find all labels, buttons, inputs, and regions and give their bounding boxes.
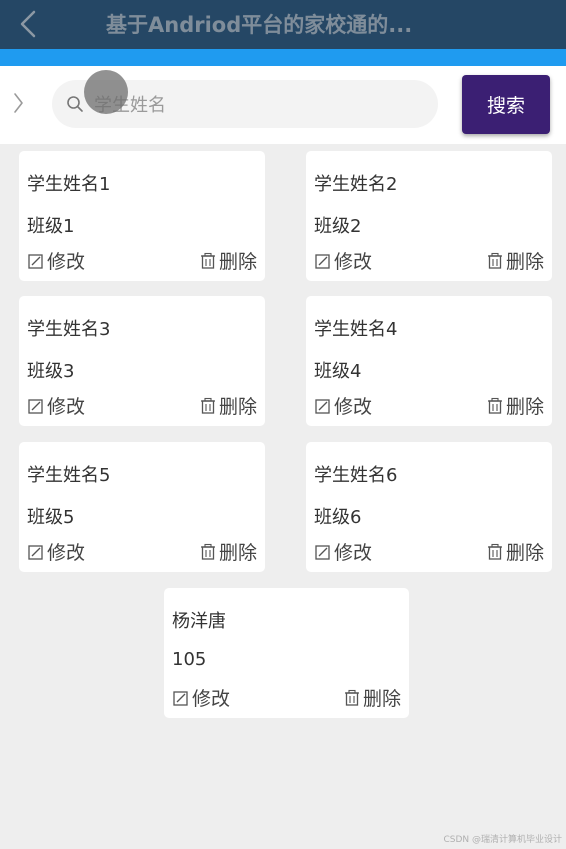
student-card: 学生姓名4 班级4 修改 删除 xyxy=(306,296,552,426)
touch-ripple xyxy=(84,70,128,114)
search-button[interactable]: 搜索 xyxy=(462,75,550,134)
edit-button[interactable]: 修改 xyxy=(27,392,85,419)
delete-label: 删除 xyxy=(505,542,544,564)
edit-label: 修改 xyxy=(334,542,373,564)
trash-icon xyxy=(487,397,502,414)
student-class: 105 xyxy=(172,649,207,670)
search-input[interactable] xyxy=(92,88,426,122)
delete-label: 删除 xyxy=(218,542,257,564)
edit-button[interactable]: 修改 xyxy=(172,684,230,711)
student-name: 学生姓名4 xyxy=(314,319,398,340)
edit-button[interactable]: 修改 xyxy=(314,247,372,274)
edit-button[interactable]: 修改 xyxy=(27,538,85,565)
edit-icon xyxy=(28,544,43,560)
student-class: 班级6 xyxy=(314,507,362,528)
delete-button[interactable]: 删除 xyxy=(343,684,401,711)
student-card: 杨洋唐 105 修改 删除 xyxy=(164,588,409,718)
delete-label: 删除 xyxy=(362,688,401,710)
edit-label: 修改 xyxy=(192,688,231,710)
delete-label: 删除 xyxy=(505,396,544,418)
edit-icon xyxy=(28,253,43,269)
trash-icon xyxy=(200,543,215,560)
edit-label: 修改 xyxy=(334,251,373,273)
delete-label: 删除 xyxy=(505,251,544,273)
watermark: CSDN @瑞清计算机毕业设计 xyxy=(443,835,562,845)
trash-icon xyxy=(200,252,215,269)
student-card: 学生姓名2 班级2 修改 删除 xyxy=(306,151,552,281)
student-name: 学生姓名1 xyxy=(27,174,111,195)
app-bar: 基于Andriod平台的家校通的... xyxy=(0,0,566,49)
student-class: 班级5 xyxy=(27,507,75,528)
chevron-right-icon xyxy=(14,93,23,113)
student-name: 学生姓名2 xyxy=(314,174,398,195)
edit-icon xyxy=(315,253,330,269)
chevron-left-icon xyxy=(20,10,36,38)
edit-button[interactable]: 修改 xyxy=(314,392,372,419)
delete-button[interactable]: 删除 xyxy=(199,392,257,419)
back-button[interactable] xyxy=(12,8,44,40)
student-card: 学生姓名5 班级5 修改 删除 xyxy=(19,442,265,572)
edit-label: 修改 xyxy=(47,251,86,273)
page-title: 基于Andriod平台的家校通的... xyxy=(106,13,413,37)
student-name: 杨洋唐 xyxy=(172,611,226,632)
edit-button[interactable]: 修改 xyxy=(27,247,85,274)
student-class: 班级3 xyxy=(27,361,75,382)
expand-button[interactable] xyxy=(12,91,28,117)
edit-icon xyxy=(315,544,330,560)
edit-label: 修改 xyxy=(47,542,86,564)
delete-button[interactable]: 删除 xyxy=(199,247,257,274)
student-class: 班级4 xyxy=(314,361,362,382)
trash-icon xyxy=(200,397,215,414)
search-icon xyxy=(67,96,83,112)
trash-icon xyxy=(487,252,502,269)
delete-label: 删除 xyxy=(218,396,257,418)
edit-button[interactable]: 修改 xyxy=(314,538,372,565)
student-name: 学生姓名5 xyxy=(27,465,111,486)
accent-strip xyxy=(0,49,566,66)
student-card: 学生姓名3 班级3 修改 删除 xyxy=(19,296,265,426)
student-card: 学生姓名1 班级1 修改 删除 xyxy=(19,151,265,281)
student-class: 班级1 xyxy=(27,216,75,237)
delete-label: 删除 xyxy=(218,251,257,273)
student-card: 学生姓名6 班级6 修改 删除 xyxy=(306,442,552,572)
edit-label: 修改 xyxy=(334,396,373,418)
delete-button[interactable]: 删除 xyxy=(486,392,544,419)
delete-button[interactable]: 删除 xyxy=(199,538,257,565)
edit-label: 修改 xyxy=(47,396,86,418)
edit-icon xyxy=(28,398,43,414)
student-name: 学生姓名3 xyxy=(27,319,111,340)
student-class: 班级2 xyxy=(314,216,362,237)
trash-icon xyxy=(344,689,359,706)
delete-button[interactable]: 删除 xyxy=(486,538,544,565)
delete-button[interactable]: 删除 xyxy=(486,247,544,274)
edit-icon xyxy=(173,690,188,706)
trash-icon xyxy=(487,543,502,560)
student-name: 学生姓名6 xyxy=(314,465,398,486)
edit-icon xyxy=(315,398,330,414)
